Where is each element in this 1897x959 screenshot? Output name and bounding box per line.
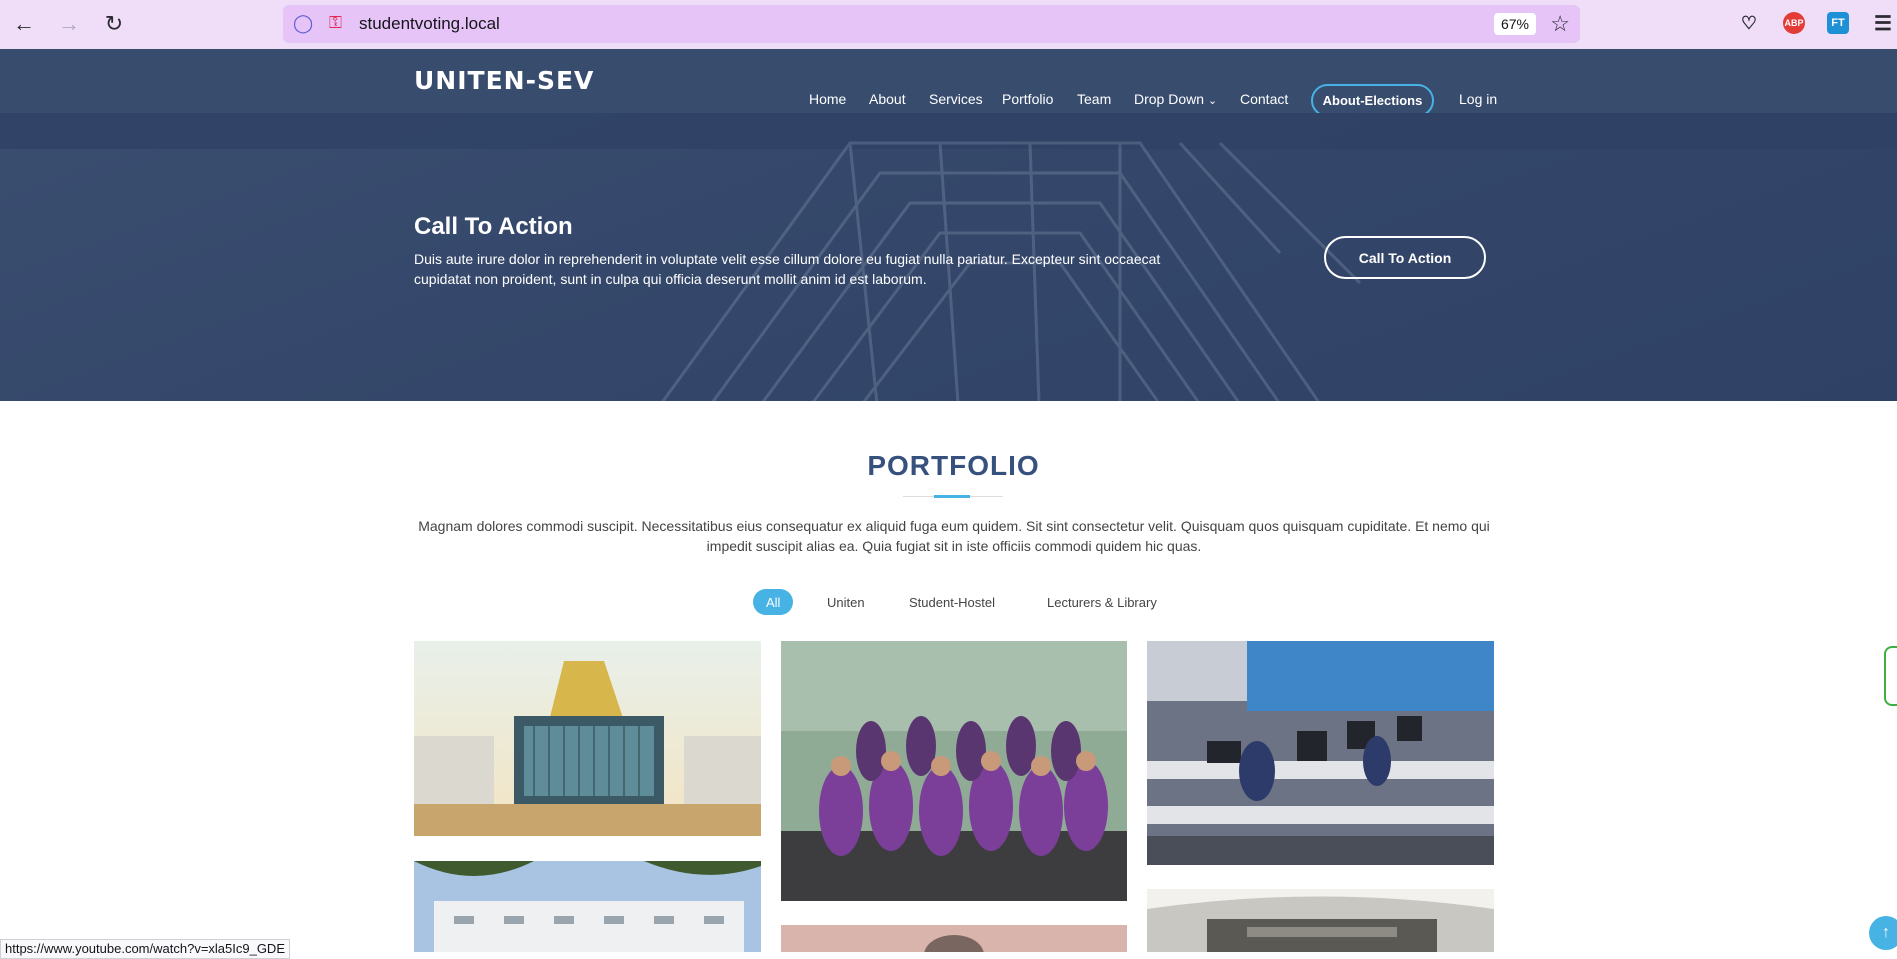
- menu-icon[interactable]: ☰: [1872, 12, 1894, 35]
- status-bar-url: https://www.youtube.com/watch?v=xla5Ic9_…: [0, 939, 290, 959]
- nav-about[interactable]: About: [869, 91, 906, 107]
- cta-section: Call To Action Duis aute irure dolor in …: [0, 113, 1897, 401]
- cta-text: Duis aute irure dolor in reprehenderit i…: [414, 251, 1161, 287]
- translate-icon[interactable]: FT: [1827, 12, 1849, 34]
- portfolio-item-library-interior[interactable]: [1147, 889, 1494, 952]
- nav-contact[interactable]: Contact: [1240, 91, 1288, 107]
- filter-uniten[interactable]: Uniten: [814, 589, 878, 615]
- arrow-left-icon[interactable]: ←: [10, 10, 38, 38]
- reload-icon[interactable]: ↻: [100, 10, 128, 38]
- portfolio-item-group-photo[interactable]: [781, 641, 1127, 901]
- lock-icon[interactable]: ⚿: [329, 13, 342, 33]
- site-logo[interactable]: UNITEN-SEV: [414, 66, 594, 95]
- portfolio-item-hostel-building[interactable]: [414, 861, 761, 952]
- url-text[interactable]: studentvoting.local: [359, 14, 500, 34]
- portfolio-title: PORTFOLIO: [867, 450, 1040, 481]
- arrow-right-icon[interactable]: →: [55, 10, 83, 38]
- portfolio-filters: All Uniten Student-Hostel Lecturers & Li…: [0, 589, 1897, 615]
- zoom-level[interactable]: 67%: [1493, 13, 1536, 35]
- filter-student-hostel[interactable]: Student-Hostel: [896, 589, 1008, 615]
- nav-dropdown[interactable]: Drop Down ⌄: [1134, 91, 1217, 107]
- portfolio-item-computer-lab[interactable]: [1147, 641, 1494, 865]
- filter-all[interactable]: All: [753, 589, 794, 615]
- portfolio-item-campus-building[interactable]: [414, 641, 761, 836]
- nav-team[interactable]: Team: [1077, 91, 1111, 107]
- nav-services[interactable]: Services: [929, 91, 983, 107]
- shield-icon[interactable]: ◯: [293, 13, 313, 34]
- cta-title: Call To Action: [414, 213, 573, 240]
- portfolio-item-portrait[interactable]: [781, 925, 1127, 952]
- nav-portfolio[interactable]: Portfolio: [1002, 91, 1053, 107]
- login-link[interactable]: Log in: [1459, 91, 1497, 107]
- chevron-down-icon: ⌄: [1207, 95, 1218, 107]
- portfolio-description: Magnam dolores commodi suscipit. Necessi…: [418, 518, 1490, 554]
- nav-home[interactable]: Home: [809, 91, 846, 107]
- side-widget[interactable]: [1884, 646, 1897, 706]
- arrow-up-icon: ↑: [1882, 924, 1890, 941]
- pocket-icon[interactable]: ♡: [1738, 12, 1760, 34]
- nav-dropdown-label: Drop Down: [1134, 91, 1205, 107]
- url-bar[interactable]: ◯ ⚿ studentvoting.local 67% ☆: [283, 5, 1580, 43]
- call-to-action-button[interactable]: Call To Action: [1324, 236, 1486, 279]
- title-divider-accent: [934, 495, 970, 498]
- star-icon[interactable]: ☆: [1550, 11, 1570, 37]
- scroll-top-button[interactable]: ↑: [1869, 916, 1897, 950]
- adblock-icon[interactable]: ABP: [1783, 12, 1805, 34]
- filter-lecturers-library[interactable]: Lecturers & Library: [1034, 589, 1170, 615]
- browser-toolbar: ← → ↻ ◯ ⚿ studentvoting.local 67% ☆ ♡ AB…: [0, 0, 1897, 49]
